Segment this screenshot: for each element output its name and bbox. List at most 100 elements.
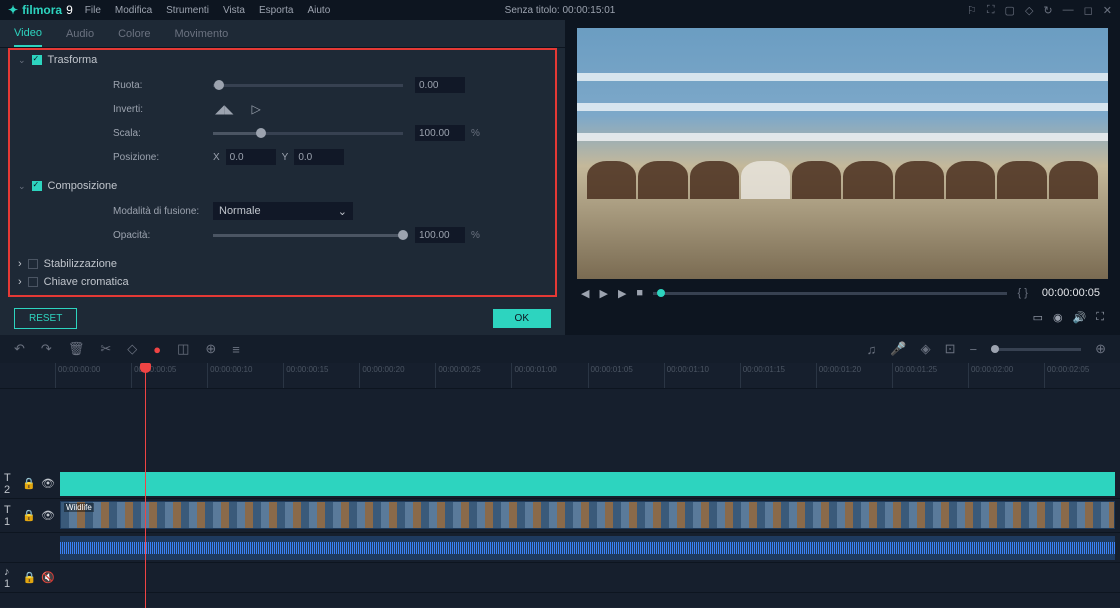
mic-icon[interactable]: 🎤 bbox=[890, 341, 906, 357]
snapshot-icon[interactable]: ◉ bbox=[1053, 311, 1063, 324]
record-icon[interactable]: ● bbox=[153, 342, 161, 357]
marker-icon[interactable]: ◇ bbox=[127, 341, 137, 357]
lock-icon[interactable]: 🔒 bbox=[22, 477, 36, 490]
speed-icon[interactable]: ⊕ bbox=[205, 341, 216, 357]
menu-bar: File Modifica Strumenti Vista Esporta Ai… bbox=[85, 5, 331, 16]
compose-checkbox[interactable] bbox=[32, 181, 42, 191]
app-version: 9 bbox=[66, 3, 73, 17]
next-frame-icon[interactable]: ▶ bbox=[618, 287, 626, 300]
mute-icon[interactable]: 🔇 bbox=[41, 571, 55, 584]
cut-icon[interactable]: ✂ bbox=[100, 341, 111, 357]
preview-panel: ◀ ▶ ▶ ■ { } 00:00:00:05 ▭ ◉ 🔊 ⛶ bbox=[565, 20, 1120, 335]
position-y-input[interactable] bbox=[294, 149, 344, 165]
prev-frame-icon[interactable]: ◀ bbox=[581, 287, 589, 300]
bracket-icon[interactable]: { } bbox=[1017, 287, 1027, 299]
section-compose: ⌄ Composizione Modalità di fusione: Norm… bbox=[18, 180, 547, 246]
flip-horizontal-icon[interactable]: ◢◣ bbox=[215, 102, 233, 116]
delete-icon[interactable]: 🗑 bbox=[68, 341, 85, 357]
reset-button[interactable]: RESET bbox=[14, 308, 77, 329]
eye-icon[interactable]: 👁 bbox=[41, 477, 55, 490]
progress-bar[interactable] bbox=[653, 292, 1007, 295]
tab-video[interactable]: Video bbox=[14, 20, 42, 47]
tab-motion[interactable]: Movimento bbox=[174, 20, 228, 47]
lock-icon[interactable]: 🔒 bbox=[23, 571, 37, 584]
notif-icon[interactable]: ◇ bbox=[1025, 4, 1033, 17]
section-lens[interactable]: › Correzione delle lenti bbox=[18, 294, 547, 297]
cart-icon[interactable]: ⛶ bbox=[987, 4, 995, 17]
volume-icon[interactable]: 🔊 bbox=[1073, 311, 1087, 324]
transform-checkbox[interactable] bbox=[32, 55, 42, 65]
lock-icon[interactable]: 🔒 bbox=[22, 509, 36, 522]
fullscreen-icon[interactable]: ⛶ bbox=[1096, 311, 1104, 324]
menu-file[interactable]: File bbox=[85, 5, 101, 16]
menu-view[interactable]: Vista bbox=[223, 5, 245, 16]
app-name: filmora bbox=[22, 3, 62, 17]
document-title: Senza titolo: 00:00:15:01 bbox=[505, 5, 616, 16]
menu-export[interactable]: Esporta bbox=[259, 5, 293, 16]
scale-input[interactable] bbox=[415, 125, 465, 141]
clip-effect[interactable] bbox=[60, 472, 1115, 496]
redo-icon[interactable]: ↷ bbox=[41, 341, 52, 357]
tab-color[interactable]: Colore bbox=[118, 20, 150, 47]
compose-title: Composizione bbox=[48, 180, 118, 192]
stab-title: Stabilizzazione bbox=[44, 258, 117, 270]
menu-help[interactable]: Aiuto bbox=[307, 5, 330, 16]
scale-slider[interactable] bbox=[213, 132, 403, 135]
lens-checkbox[interactable] bbox=[28, 295, 38, 297]
chroma-checkbox[interactable] bbox=[28, 277, 38, 287]
zoom-out-icon[interactable]: − bbox=[970, 342, 978, 357]
crop-icon[interactable]: ◫ bbox=[177, 341, 189, 357]
chevron-down-icon[interactable]: ⌄ bbox=[18, 55, 26, 66]
playhead[interactable] bbox=[145, 363, 146, 608]
scale-unit: % bbox=[471, 128, 480, 139]
section-stabilization[interactable]: › Stabilizzazione bbox=[18, 258, 547, 270]
screenshot-icon[interactable]: ▭ bbox=[1033, 311, 1043, 324]
rotate-input[interactable] bbox=[415, 77, 465, 93]
rotate-label: Ruota: bbox=[113, 80, 213, 91]
zoom-in-icon[interactable]: ⊕ bbox=[1095, 341, 1106, 357]
marker2-icon[interactable]: ◈ bbox=[921, 341, 931, 357]
mixer-icon[interactable]: ♫ bbox=[867, 342, 877, 357]
menu-tools[interactable]: Strumenti bbox=[166, 5, 209, 16]
ok-button[interactable]: OK bbox=[493, 309, 551, 328]
close-icon[interactable]: ✕ bbox=[1103, 4, 1112, 17]
position-x-input[interactable] bbox=[226, 149, 276, 165]
tracks-area: T 2🔒👁 T 1🔒👁 Wildlife ♪ 1🔒🔇 bbox=[0, 389, 1120, 607]
minimize-icon[interactable]: — bbox=[1063, 4, 1074, 16]
zoom-slider[interactable] bbox=[991, 348, 1081, 351]
track-a1[interactable]: ♪ 1🔒🔇 bbox=[0, 563, 1120, 593]
undo-icon[interactable]: ↶ bbox=[14, 341, 25, 357]
track-t2[interactable]: T 2🔒👁 bbox=[0, 469, 1120, 499]
more-icon[interactable]: ≡ bbox=[232, 342, 240, 357]
play-icon[interactable]: ▶ bbox=[599, 287, 607, 300]
help-icon[interactable]: ↻ bbox=[1043, 4, 1052, 17]
opacity-slider[interactable] bbox=[213, 234, 403, 237]
section-chroma[interactable]: › Chiave cromatica bbox=[18, 276, 547, 288]
stab-checkbox[interactable] bbox=[28, 259, 38, 269]
flip-vertical-icon[interactable]: ▷ bbox=[251, 102, 260, 116]
clip-audio[interactable] bbox=[60, 536, 1115, 560]
highlighted-area: ⌄ Trasforma Ruota: Inverti: ◢◣ ▷ bbox=[8, 48, 557, 297]
preview-viewport[interactable] bbox=[577, 28, 1108, 279]
menu-edit[interactable]: Modifica bbox=[115, 5, 152, 16]
track-t1[interactable]: T 1🔒👁 Wildlife bbox=[0, 499, 1120, 533]
maximize-icon[interactable]: ◻ bbox=[1084, 4, 1093, 17]
tab-audio[interactable]: Audio bbox=[66, 20, 94, 47]
stop-icon[interactable]: ■ bbox=[636, 287, 643, 299]
rotate-slider[interactable] bbox=[213, 84, 403, 87]
user-icon[interactable]: ⚐ bbox=[967, 4, 977, 17]
cloud-icon[interactable]: ▢ bbox=[1005, 4, 1015, 17]
fit-icon[interactable]: ⊡ bbox=[945, 341, 956, 357]
x-label: X bbox=[213, 152, 220, 163]
track-audio-inline[interactable] bbox=[0, 533, 1120, 563]
eye-icon[interactable]: 👁 bbox=[41, 509, 55, 522]
clip-video[interactable]: Wildlife bbox=[60, 501, 1115, 529]
chevron-down-icon[interactable]: ⌄ bbox=[18, 181, 26, 192]
flip-label: Inverti: bbox=[113, 104, 213, 115]
opacity-input[interactable] bbox=[415, 227, 465, 243]
timeline-ruler[interactable]: 00:00:00:00 00:00:00:05 00:00:00:10 00:0… bbox=[0, 363, 1120, 389]
panel-footer: RESET OK bbox=[0, 301, 565, 335]
chevron-right-icon: › bbox=[18, 294, 22, 297]
blend-select[interactable]: Normale ⌄ bbox=[213, 202, 353, 220]
y-label: Y bbox=[282, 152, 289, 163]
